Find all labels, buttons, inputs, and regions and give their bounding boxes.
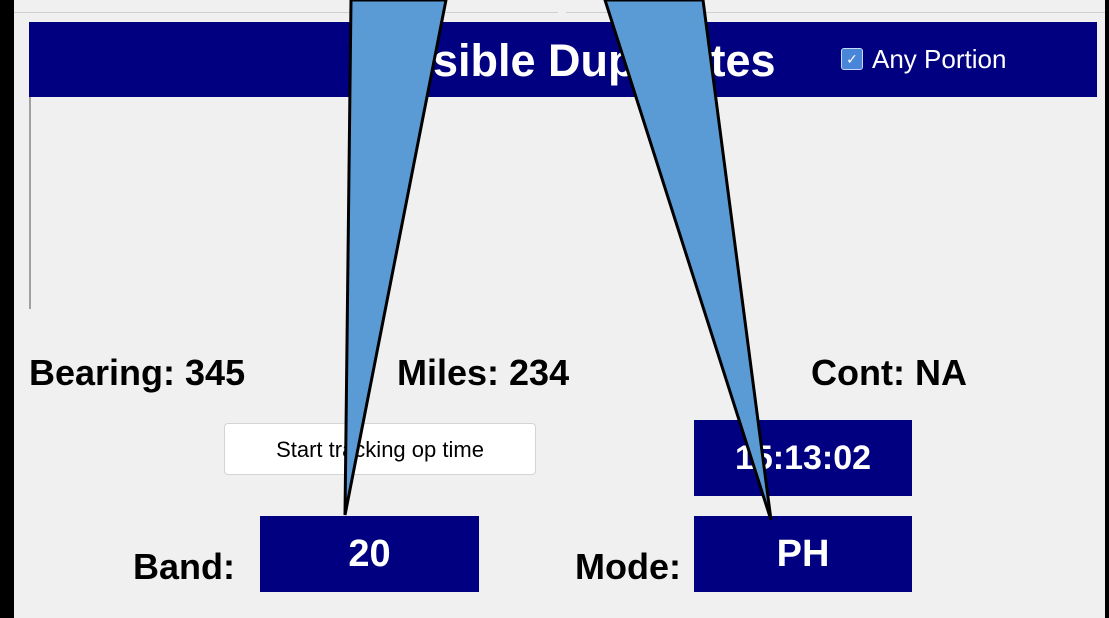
band-callout-arrow xyxy=(343,0,448,516)
callout-overlay xyxy=(343,0,773,521)
mode-callout-arrow xyxy=(603,0,773,521)
canvas: Possible Duplicates ✓ Any Portion Bearin… xyxy=(0,0,1109,618)
